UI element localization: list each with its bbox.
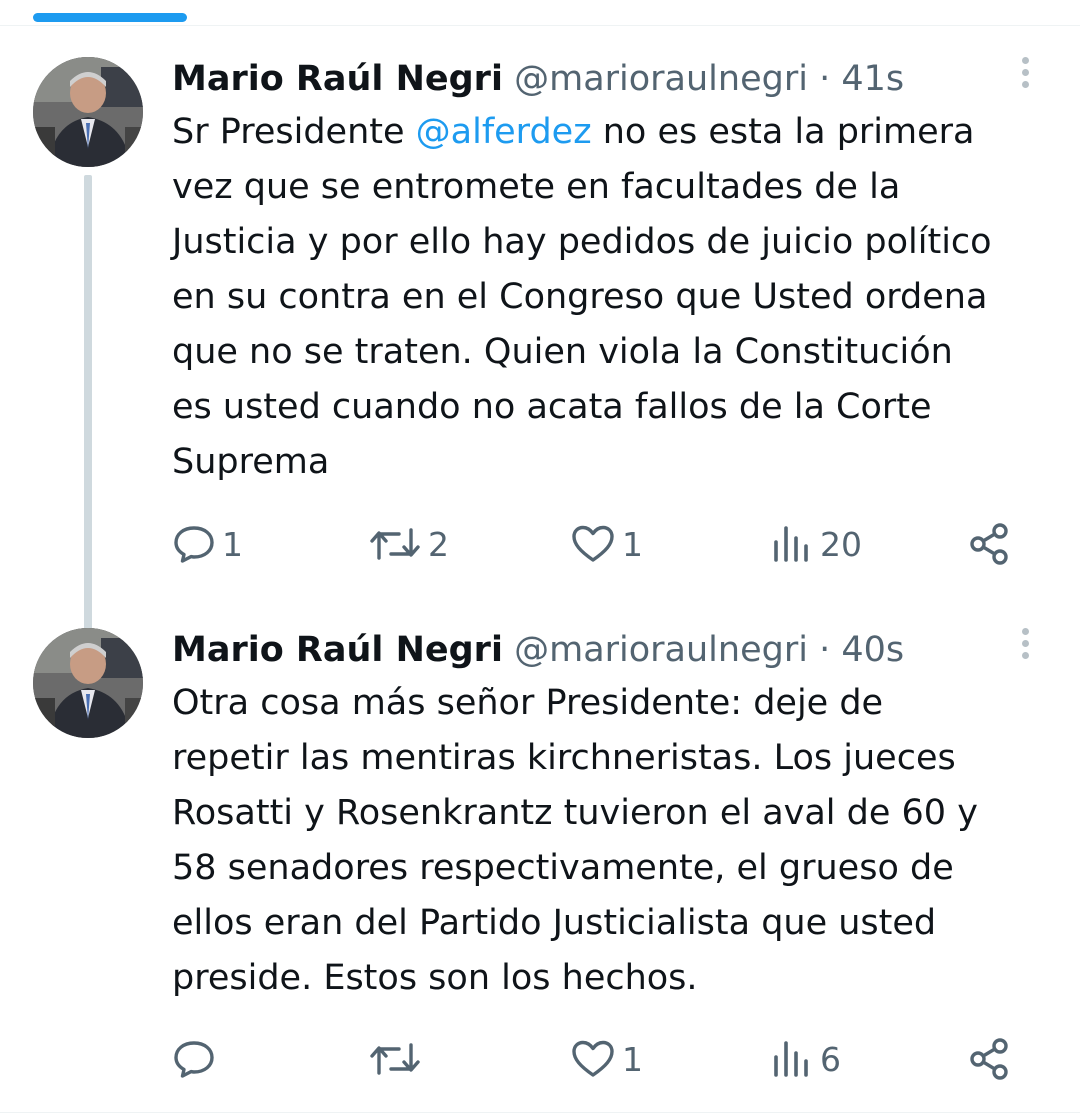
tweet-text: Sr Presidente @alferdez no es esta la pr…	[172, 105, 1052, 490]
reply-count: 1	[222, 524, 243, 564]
text-line: en su contra en el Congreso que Usted or…	[172, 277, 988, 317]
share-icon	[970, 523, 1008, 565]
retweet-icon	[370, 1043, 420, 1075]
views-icon	[774, 1041, 808, 1077]
reply-icon	[174, 1041, 214, 1078]
text-line: preside. Estos son los hechos.	[172, 958, 698, 998]
more-vertical-icon	[1010, 57, 1040, 88]
views-icon	[774, 526, 808, 562]
like-button[interactable]: 1	[570, 522, 643, 566]
thread-connector	[84, 175, 92, 677]
divider	[0, 25, 1080, 26]
separator: ·	[819, 630, 831, 670]
reply-button[interactable]	[172, 1037, 222, 1081]
tweet-header: Mario Raúl Negri @marioraulnegri · 40s	[172, 630, 904, 670]
author-handle[interactable]: @marioraulnegri	[514, 59, 808, 99]
like-count: 1	[622, 1039, 643, 1079]
timestamp[interactable]: 41s	[841, 59, 904, 99]
tweet-text: Otra cosa más señor Presidente: deje de …	[172, 676, 1052, 1006]
views-button[interactable]: 20	[770, 522, 862, 566]
text-line: vez que se entromete en facultades de la	[172, 167, 901, 207]
share-icon	[970, 1038, 1008, 1080]
reply-button[interactable]: 1	[172, 522, 243, 566]
views-count: 20	[820, 524, 862, 564]
text-line: es usted cuando no acata fallos de la Co…	[172, 387, 932, 427]
tweet-actions: 1 2 1 20	[172, 522, 1032, 566]
tab-active-indicator	[33, 13, 187, 22]
share-button[interactable]	[968, 522, 1012, 566]
reply-icon	[174, 526, 214, 563]
retweet-button[interactable]	[368, 1037, 428, 1081]
like-count: 1	[622, 524, 643, 564]
avatar[interactable]	[33, 57, 143, 167]
avatar-photo	[33, 57, 143, 167]
views-button[interactable]: 6	[770, 1037, 841, 1081]
avatar-photo	[33, 628, 143, 738]
author-handle[interactable]: @marioraulnegri	[514, 630, 808, 670]
text-line: repetir las mentiras kirchneristas. Los …	[172, 738, 956, 778]
avatar[interactable]	[33, 628, 143, 738]
retweet-button[interactable]: 2	[368, 522, 449, 566]
author-name[interactable]: Mario Raúl Negri	[172, 59, 503, 99]
divider	[0, 1112, 1080, 1113]
more-vertical-icon	[1010, 628, 1040, 659]
text-line: Justicia y por ello hay pedidos de juici…	[172, 222, 992, 262]
views-count: 6	[820, 1039, 841, 1079]
text-line: Suprema	[172, 442, 330, 482]
tweet-actions: 1 6	[172, 1037, 1032, 1081]
author-name[interactable]: Mario Raúl Negri	[172, 630, 503, 670]
text-line: Otra cosa más señor Presidente: deje de	[172, 683, 884, 723]
tweet-header: Mario Raúl Negri @marioraulnegri · 41s	[172, 59, 904, 99]
like-button[interactable]: 1	[570, 1037, 643, 1081]
separator: ·	[819, 59, 831, 99]
text-line: 58 senadores respectivamente, el grueso …	[172, 848, 954, 888]
retweet-count: 2	[428, 524, 449, 564]
more-options-button[interactable]	[1010, 628, 1040, 666]
timestamp[interactable]: 40s	[841, 630, 904, 670]
text-line: ellos eran del Partido Justicialista que…	[172, 903, 937, 943]
share-button[interactable]	[968, 1037, 1012, 1081]
heart-icon	[572, 525, 614, 562]
more-options-button[interactable]	[1010, 57, 1040, 95]
heart-icon	[572, 1040, 614, 1077]
retweet-icon	[370, 528, 420, 560]
mention-link[interactable]: @alferdez	[416, 112, 592, 152]
text-line: que no se traten. Quien viola la Constit…	[172, 332, 953, 372]
text-line: Rosatti y Rosenkrantz tuvieron el aval d…	[172, 793, 978, 833]
text-line: Sr Presidente @alferdez no es esta la pr…	[172, 112, 975, 152]
